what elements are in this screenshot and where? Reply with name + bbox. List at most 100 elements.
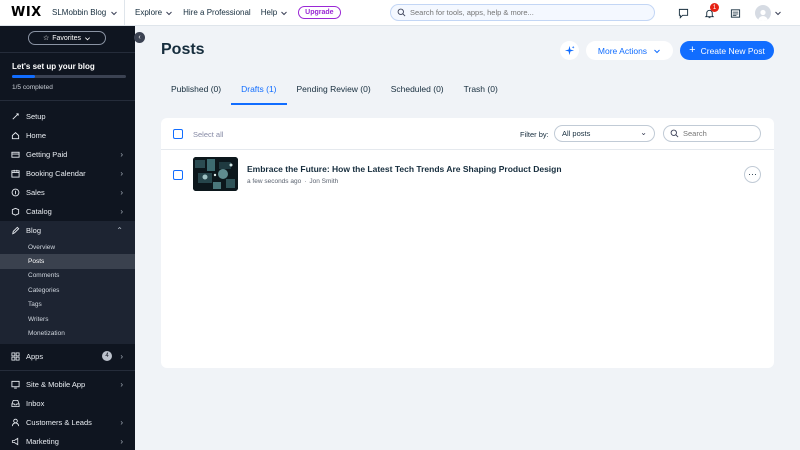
sidebar-item-customers-leads[interactable]: Customers & Leads › <box>0 413 135 432</box>
posts-card: Select all Filter by: All posts ⌄ Search… <box>161 118 774 368</box>
sidebar-subitem-writers[interactable]: Writers <box>0 312 135 326</box>
sidebar-item-site-mobile-app[interactable]: Site & Mobile App › <box>0 375 135 394</box>
user-icon <box>758 9 768 21</box>
post-status-tabs: Published (0) Drafts (1) Pending Review … <box>161 78 508 105</box>
sidebar-item-setup[interactable]: Setup <box>0 107 135 126</box>
post-thumbnail[interactable] <box>193 157 238 191</box>
sidebar-item-blog[interactable]: Blog ⌃ <box>0 221 135 240</box>
top-icons: 1 <box>677 0 782 26</box>
post-author: Jon Smith <box>309 178 339 185</box>
home-icon <box>10 131 20 141</box>
apps-count-badge: 4 <box>102 351 112 362</box>
sidebar-item-apps[interactable]: Apps 4 › <box>0 347 135 366</box>
collapse-sidebar-button[interactable]: ‹ <box>134 32 145 43</box>
sales-icon <box>10 188 20 198</box>
sidebar-subitem-categories[interactable]: Categories <box>0 283 135 297</box>
sidebar: ☆ Favorites Let's set up your blog 1/5 c… <box>0 26 135 450</box>
chevron-down-icon: ⌄ <box>640 128 647 137</box>
more-horizontal-icon: ··· <box>748 169 757 179</box>
setup-icon <box>10 112 20 122</box>
posts-search-input[interactable] <box>683 129 753 138</box>
marketing-icon <box>10 436 20 446</box>
getting-paid-icon <box>10 150 20 160</box>
sidebar-item-marketing[interactable]: Marketing › <box>0 432 135 450</box>
wix-logo[interactable]: WIX <box>0 5 45 20</box>
create-new-post-button[interactable]: + Create New Post <box>680 41 774 60</box>
filter-label: Filter by: <box>520 130 549 139</box>
posts-toolbar: Select all Filter by: All posts ⌄ <box>161 118 774 150</box>
sidebar-item-sales[interactable]: Sales › <box>0 183 135 202</box>
search-icon <box>397 8 406 17</box>
posts-search-box[interactable] <box>663 125 761 142</box>
nav-hire-professional[interactable]: Hire a Professional <box>183 8 251 17</box>
sidebar-subitem-comments[interactable]: Comments <box>0 269 135 283</box>
notification-badge: 1 <box>710 3 719 12</box>
sidebar-item-inbox[interactable]: Inbox <box>0 394 135 413</box>
chevron-down-icon <box>166 11 172 15</box>
avatar <box>755 5 771 21</box>
chevron-right-icon: › <box>120 188 123 197</box>
sidebar-subitem-monetization[interactable]: Monetization <box>0 326 135 340</box>
setup-title[interactable]: Let's set up your blog <box>12 62 95 71</box>
inbox-icon <box>10 398 20 408</box>
tab-pending-review[interactable]: Pending Review (0) <box>287 78 381 105</box>
tab-published[interactable]: Published (0) <box>161 78 231 105</box>
sidebar-subitem-overview[interactable]: Overview <box>0 240 135 254</box>
site-icon <box>10 379 20 389</box>
setup-progress-fill <box>12 75 35 78</box>
filter-dropdown[interactable]: All posts ⌄ <box>554 125 655 142</box>
sidebar-subitem-tags[interactable]: Tags <box>0 298 135 312</box>
nav-explore[interactable]: Explore <box>135 8 173 17</box>
favorites-button[interactable]: ☆ Favorites <box>28 31 106 45</box>
divider <box>0 100 135 101</box>
separator: · <box>304 178 307 185</box>
chevron-right-icon: › <box>120 150 123 159</box>
chevron-down-icon <box>654 49 660 53</box>
upgrade-button[interactable]: Upgrade <box>298 6 341 19</box>
blog-icon <box>10 226 20 236</box>
divider <box>0 52 135 53</box>
chevron-down-icon <box>281 11 288 15</box>
sidebar-item-home[interactable]: Home <box>0 126 135 145</box>
tab-drafts[interactable]: Drafts (1) <box>231 78 287 105</box>
chevron-right-icon: › <box>120 436 123 446</box>
nav-help[interactable]: Help <box>261 8 288 17</box>
top-search-box[interactable] <box>390 4 655 21</box>
post-title[interactable]: Embrace the Future: How the Latest Tech … <box>247 164 562 174</box>
select-all[interactable]: Select all <box>173 129 223 139</box>
post-checkbox[interactable] <box>173 170 183 180</box>
select-all-checkbox[interactable] <box>173 129 183 139</box>
bell-icon[interactable]: 1 <box>703 3 719 19</box>
sidebar-item-catalog[interactable]: Catalog › <box>0 202 135 221</box>
chevron-down-icon <box>775 11 781 16</box>
chevron-right-icon: › <box>120 379 123 389</box>
sidebar-item-booking-calendar[interactable]: Booking Calendar › <box>0 164 135 183</box>
post-more-button[interactable]: ··· <box>744 166 761 183</box>
news-icon[interactable] <box>729 7 741 19</box>
select-all-label: Select all <box>193 129 224 139</box>
chevron-down-icon <box>111 11 118 15</box>
sidebar-item-getting-paid[interactable]: Getting Paid › <box>0 145 135 164</box>
post-time: a few seconds ago <box>247 178 302 185</box>
star-icon: ☆ <box>42 35 50 42</box>
chat-icon[interactable] <box>677 7 689 19</box>
calendar-icon <box>10 169 20 179</box>
chevron-down-icon <box>85 36 91 40</box>
chevron-left-icon: ‹ <box>138 34 141 41</box>
sidebar-subitem-posts[interactable]: Posts <box>0 254 135 269</box>
site-name: SLMobbin Blog <box>52 8 107 17</box>
ai-assistant-button[interactable] <box>560 41 579 60</box>
tab-trash[interactable]: Trash (0) <box>454 78 508 105</box>
sparkle-icon <box>564 45 575 56</box>
top-search-input[interactable] <box>410 8 640 17</box>
setup-count: 1/5 completed <box>12 84 53 91</box>
site-selector[interactable]: SLMobbin Blog <box>45 0 125 26</box>
search-icon <box>670 129 679 138</box>
account-menu[interactable] <box>755 5 782 21</box>
more-actions-button[interactable]: More Actions <box>586 41 673 60</box>
tab-scheduled[interactable]: Scheduled (0) <box>381 78 454 105</box>
customers-icon <box>10 417 20 427</box>
table-row[interactable]: Embrace the Future: How the Latest Tech … <box>161 156 774 196</box>
post-meta: a few seconds ago · Jon Smith <box>247 178 338 185</box>
sidebar-menu: Setup Home Getting Paid › Booking Calend… <box>0 107 135 450</box>
